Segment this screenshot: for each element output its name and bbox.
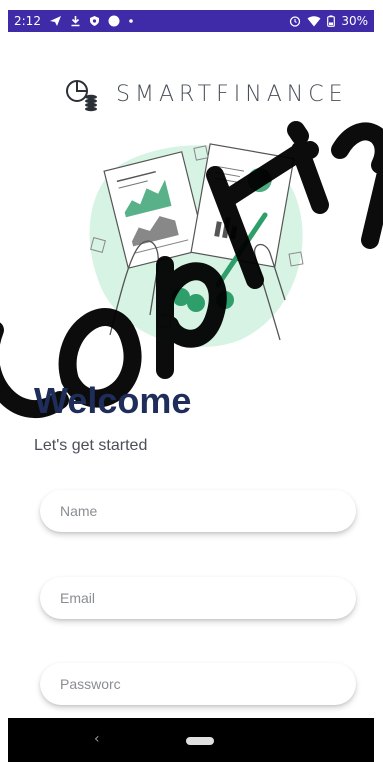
password-field[interactable] — [40, 663, 356, 705]
status-right: 30% — [289, 14, 368, 28]
shield-icon — [89, 15, 100, 27]
circle-icon — [108, 15, 120, 27]
navigation-bar: ‹ — [8, 718, 374, 762]
send-icon — [49, 15, 62, 27]
finance-documents-illustration — [80, 135, 315, 350]
wifi-icon — [307, 15, 321, 27]
back-icon[interactable]: ‹ — [94, 731, 100, 747]
battery-percent: 30% — [341, 14, 368, 28]
email-field[interactable] — [40, 577, 356, 619]
logo-text: SMARTFINANCE — [116, 81, 348, 107]
status-bar: 2:12 30% — [8, 10, 374, 32]
status-time: 2:12 — [14, 14, 41, 28]
battery-icon — [327, 15, 336, 27]
finance-logo-icon — [64, 74, 104, 114]
download-icon — [70, 15, 81, 27]
welcome-title: Welcome — [34, 380, 192, 421]
dot-icon — [128, 15, 134, 27]
status-left: 2:12 — [14, 14, 134, 28]
name-field[interactable] — [40, 490, 356, 532]
home-pill-button[interactable] — [186, 737, 214, 745]
welcome-subtitle: Let's get started — [34, 437, 148, 454]
alarm-icon — [289, 15, 301, 27]
app-logo: SMARTFINANCE — [64, 74, 348, 114]
